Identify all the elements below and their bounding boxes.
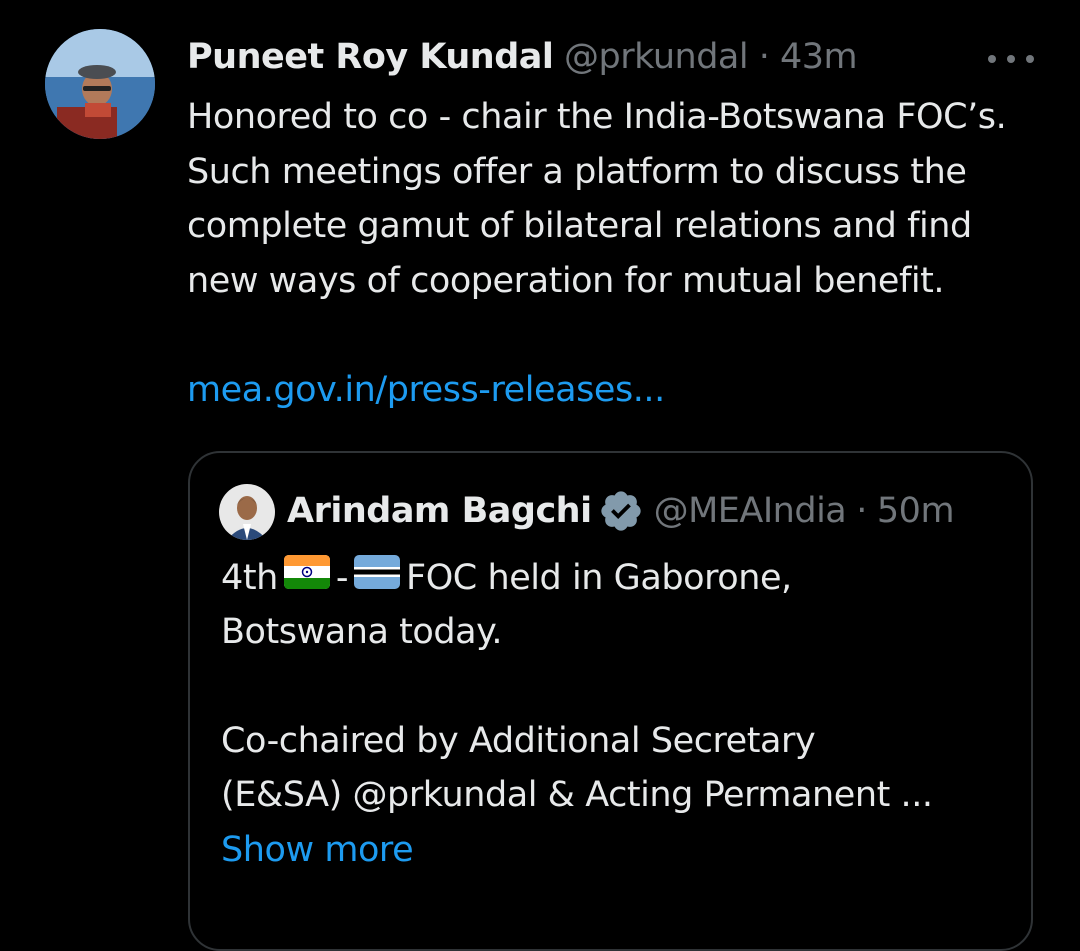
quoted-tweet-header: Arindam Bagchi @MEAIndia · 50m [287, 488, 955, 534]
quoted-text-line-1: 4th - FOC held in Gaborone, [221, 555, 792, 601]
quoted-text-line-3: Co-chaired by Additional Secretary [221, 721, 816, 761]
quoted-author-avatar [219, 484, 275, 540]
tweet-timestamp[interactable]: 43m [780, 37, 858, 77]
more-horizontal-icon[interactable] [988, 44, 1034, 74]
tweet-text: Honored to co - chair the India-Botswana… [187, 97, 1007, 301]
quoted-header-separator: · [856, 491, 867, 531]
tweet-header: Puneet Roy Kundal @prkundal · 43m [187, 34, 858, 80]
quoted-text-suffix: FOC held in Gaborone, [406, 558, 792, 598]
author-avatar[interactable] [45, 29, 155, 139]
header-separator: · [758, 37, 770, 77]
quoted-tweet-timestamp[interactable]: 50m [877, 488, 955, 534]
verified-badge-icon [598, 488, 644, 534]
botswana-flag-icon [354, 555, 401, 601]
tweet-link[interactable]: mea.gov.in/press-releases... [187, 363, 665, 417]
quoted-text-line-2: Botswana today. [221, 612, 503, 652]
india-flag-icon [283, 555, 330, 601]
author-name[interactable]: Puneet Roy Kundal [187, 37, 554, 77]
quoted-text-prefix: 4th [221, 558, 278, 598]
quoted-author-name[interactable]: Arindam Bagchi [287, 488, 592, 534]
quoted-text-line-4: (E&SA) @prkundal & Acting Permanent ... [221, 775, 933, 815]
author-handle[interactable]: @prkundal [564, 37, 749, 77]
show-more-link[interactable]: Show more [221, 827, 414, 873]
quoted-author-handle[interactable]: @MEAIndia [654, 488, 847, 534]
quoted-text-dash: - [335, 558, 349, 598]
